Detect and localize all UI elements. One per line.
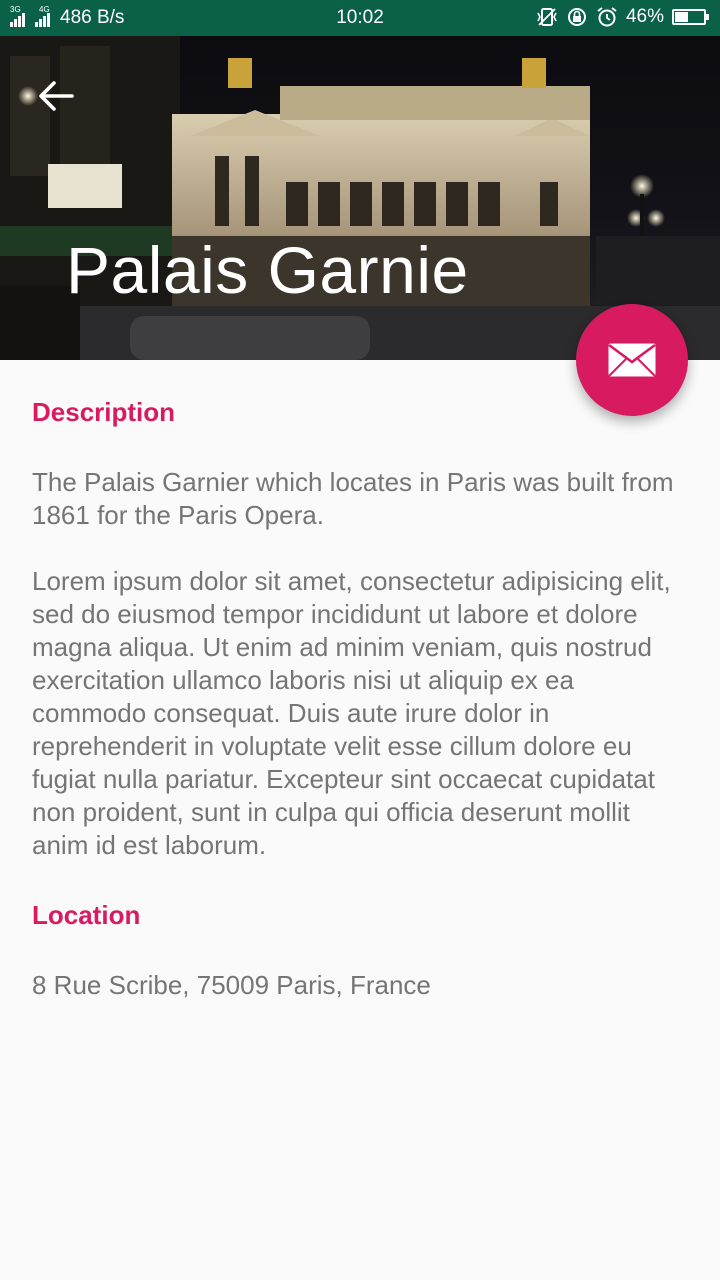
vibrate-icon [537, 8, 557, 26]
alarm-icon [597, 7, 617, 27]
email-fab-button[interactable] [576, 304, 688, 416]
description-lorem-paragraph: Lorem ipsum dolor sit amet, consectetur … [32, 566, 671, 860]
location-address: 8 Rue Scribe, 75009 Paris, France [32, 970, 431, 1000]
mail-icon [608, 343, 656, 377]
battery-fill [675, 12, 688, 22]
back-button[interactable] [34, 74, 78, 118]
description-paragraph: The Palais Garnier which locates in Pari… [32, 467, 674, 530]
battery-icon [672, 9, 709, 25]
location-heading: Location [32, 900, 141, 930]
rotation-lock-icon [567, 8, 586, 26]
status-right: 46% [536, 6, 709, 28]
battery-percent: 46% [625, 6, 664, 27]
arrow-back-icon [39, 81, 74, 111]
status-bar: 3G 4G 486 B/s 10:02 46% [0, 0, 720, 36]
page-title: Palais Garnie [66, 233, 469, 307]
description-heading: Description [32, 397, 176, 427]
